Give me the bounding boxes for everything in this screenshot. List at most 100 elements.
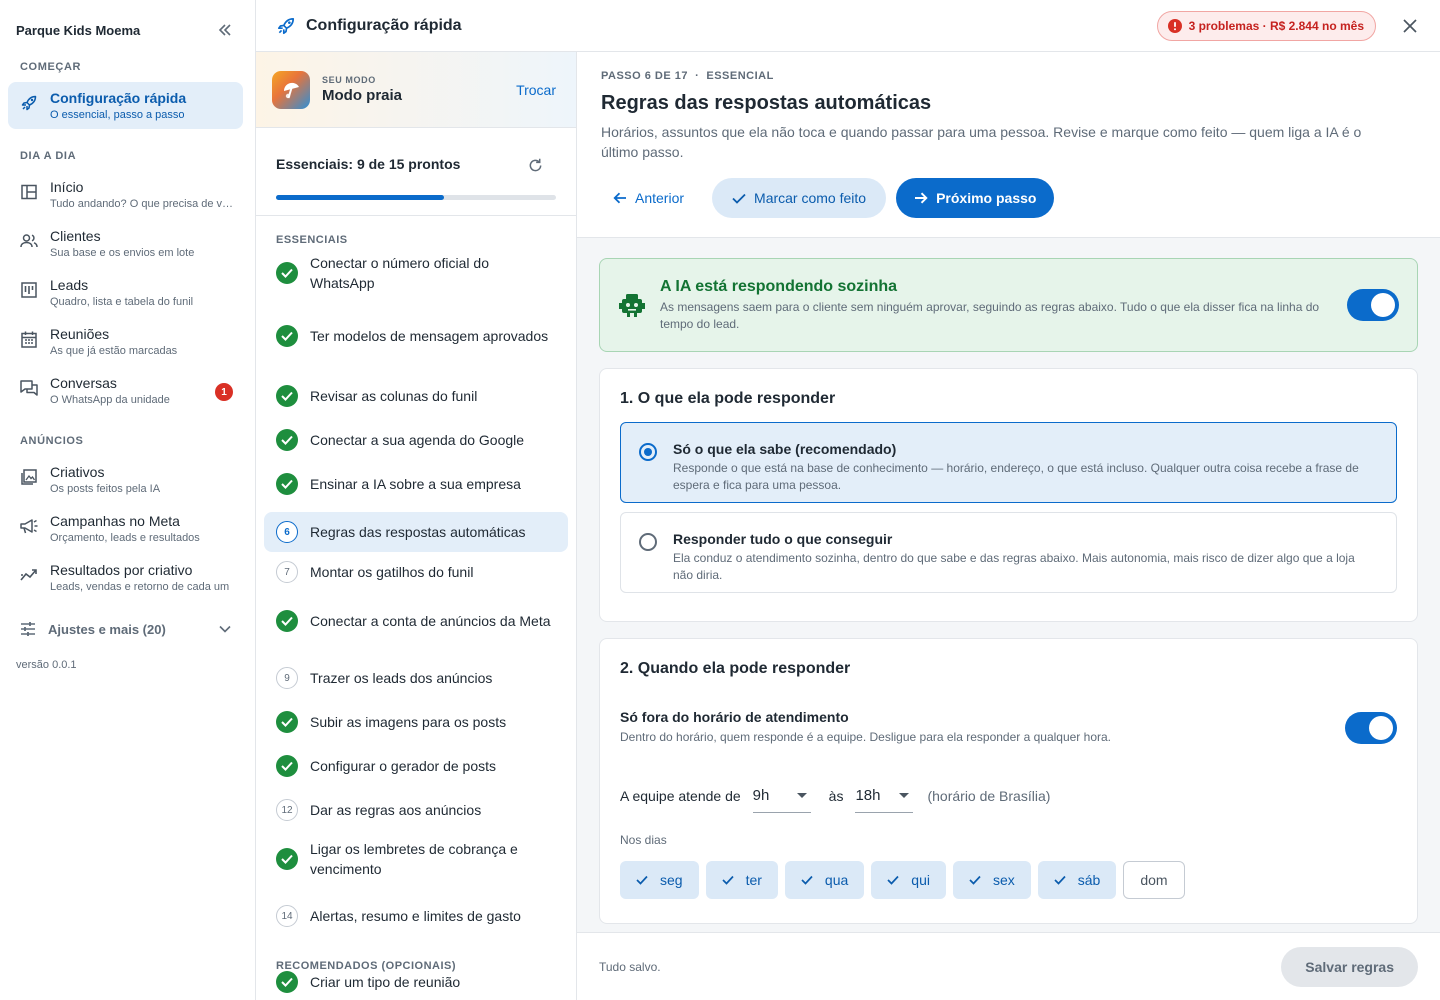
step-item[interactable]: Ensinar a IA sobre a sua empresa (264, 468, 568, 500)
hours-from-select[interactable]: 9h (752, 779, 811, 813)
step-label: Conectar o número oficial do WhatsApp (310, 255, 489, 291)
sidebar-item-leads[interactable]: Leads Quadro, lista e tabela do funil (8, 269, 243, 316)
ai-auto-reply-toggle[interactable] (1347, 289, 1399, 321)
arrow-left-icon (613, 192, 627, 204)
section-comecar: COMEÇAR (20, 61, 82, 73)
ai-status-title: A IA está respondendo sozinha (660, 277, 898, 295)
dropdown-arrow-icon (899, 793, 910, 798)
mark-done-button[interactable]: Marcar como feito (712, 178, 887, 218)
section-title: 2. Quando ela pode responder (620, 660, 851, 677)
day-chip-sex[interactable]: sex (952, 861, 1031, 899)
day-chip-ter[interactable]: ter (705, 861, 778, 899)
day-label: qua (824, 872, 849, 888)
rocket-icon (20, 94, 38, 112)
save-status: Tudo salvo. (599, 959, 661, 974)
step-item[interactable]: 7 Montar os gatilhos do funil (264, 556, 568, 588)
days-label: Nos dias (620, 833, 667, 847)
hours-from-value: 9h (752, 787, 770, 804)
previous-button[interactable]: Anterior (601, 178, 702, 218)
alert-icon (1167, 19, 1182, 33)
check-icon (721, 875, 734, 885)
mode-caption: SEU MODO (322, 75, 376, 85)
step-label: Montar os gatilhos do funil (310, 564, 474, 580)
step-number-value: 12 (276, 799, 298, 821)
chevron-down-icon (219, 625, 231, 633)
sidebar-item-configuracao-rapida[interactable]: Configuração rápida O essencial, passo a … (8, 82, 243, 129)
day-chip-seg[interactable]: seg (620, 861, 699, 899)
step-item[interactable]: Subir as imagens para os posts (264, 706, 568, 738)
chat-icon (20, 379, 38, 397)
progress-bar (276, 195, 556, 200)
radio-selected[interactable] (639, 443, 657, 461)
step-item[interactable]: Conectar a sua agenda do Google (264, 424, 568, 456)
save-rules-button[interactable]: Salvar regras (1281, 946, 1418, 987)
step-label: Criar um tipo de reunião (310, 974, 461, 990)
footer-bar: Tudo salvo. Salvar regras (577, 932, 1440, 1000)
step-item[interactable]: 12 Dar as regras aos anúncios (264, 794, 568, 826)
close-icon[interactable] (1400, 16, 1420, 36)
sidebar-more-settings[interactable]: Ajustes e mais (20) (8, 613, 243, 645)
step-item[interactable]: Conectar a conta de anúncios da Meta (264, 599, 568, 643)
step-item[interactable]: Ligar os lembretes de cobrança e vencime… (264, 837, 568, 881)
next-step-button[interactable]: Próximo passo (896, 178, 1055, 218)
collapse-sidebar-icon[interactable] (215, 20, 235, 40)
step-label: Subir as imagens para os posts (310, 714, 507, 730)
step-item[interactable]: Revisar as colunas do funil (264, 380, 568, 412)
breadcrumb: PASSO 6 DE 17 · ESSENCIAL (601, 70, 774, 82)
option-title: Só o que ela sabe (recomendado) (673, 441, 897, 457)
step-item[interactable]: 6 Regras das respostas automáticas (264, 512, 568, 552)
option-answer-everything[interactable]: Responder tudo o que conseguir Ela condu… (620, 512, 1397, 593)
option-only-known[interactable]: Só o que ela sabe (recomendado) Responde… (620, 422, 1397, 503)
problems-badge[interactable]: 3 problemas · R$ 2.844 no mês (1156, 11, 1376, 41)
sidebar-item-inicio[interactable]: Início Tudo andando? O que precisa de voc… (8, 171, 243, 218)
step-number: 6 (276, 521, 298, 543)
sidebar-item-resultados[interactable]: Resultados por criativo Leads, vendas e r… (8, 554, 243, 601)
day-chip-qui[interactable]: qui (871, 861, 946, 899)
refresh-icon[interactable] (526, 156, 544, 174)
rules-body: A IA está respondendo sozinha As mensage… (577, 238, 1440, 932)
sidebar-item-campanhas[interactable]: Campanhas no Meta Orçamento, leads e resu… (8, 505, 243, 552)
business-hours-row: A equipe atende de 9h às 18h (horário de… (620, 779, 1050, 813)
step-item[interactable]: Conectar o número oficial do WhatsApp (264, 251, 568, 295)
hours-to-select[interactable]: 18h (855, 779, 914, 813)
sidebar-item-label: Clientes (50, 228, 101, 244)
sidebar-item-conversas[interactable]: Conversas O WhatsApp da unidade 1 (8, 367, 243, 414)
step-item[interactable]: 14 Alertas, resumo e limites de gasto (264, 900, 568, 932)
check-circle-icon (276, 262, 298, 284)
mode-name: Modo praia (322, 87, 403, 104)
sidebar-item-clientes[interactable]: Clientes Sua base e os envios em lote (8, 220, 243, 267)
only-outside-hours-row: Só fora do horário de atendimento Dentro… (620, 709, 1397, 749)
step-item[interactable]: Configurar o gerador de posts (264, 750, 568, 782)
check-circle-icon (276, 848, 298, 870)
step-title: Regras das respostas automáticas (601, 92, 932, 114)
section-dia-a-dia: DIA A DIA (20, 150, 77, 162)
change-mode-link[interactable]: Trocar (516, 82, 556, 98)
page-title: Configuração rápida (306, 16, 462, 34)
step-item[interactable]: 9 Trazer os leads dos anúncios (264, 662, 568, 694)
mark-done-label: Marcar como feito (754, 190, 867, 206)
sidebar-item-label: Configuração rápida (50, 90, 187, 106)
app-version: versão 0.0.1 (16, 659, 77, 671)
megaphone-icon (20, 517, 38, 535)
hours-mid: às (828, 788, 844, 804)
step-item[interactable]: Ter modelos de mensagem aprovados (264, 314, 568, 358)
sidebar-item-reunioes[interactable]: Reuniões As que já estão marcadas (8, 318, 243, 365)
trend-icon (20, 566, 38, 584)
check-icon (969, 875, 981, 885)
unread-badge: 1 (215, 383, 233, 401)
check-icon (801, 875, 813, 885)
step-label: Conectar a conta de anúncios da Meta (310, 613, 551, 629)
day-chip-sáb[interactable]: sáb (1037, 861, 1117, 899)
calendar-icon (20, 330, 38, 348)
ai-status-card: A IA está respondendo sozinha As mensage… (599, 258, 1418, 352)
day-chip-dom[interactable]: dom (1123, 861, 1185, 899)
day-label: sáb (1077, 872, 1101, 888)
step-label: Ensinar a IA sobre a sua empresa (310, 476, 521, 492)
radio-unselected[interactable] (639, 533, 657, 551)
only-outside-hours-toggle[interactable] (1345, 712, 1397, 744)
step-label: Revisar as colunas do funil (310, 388, 478, 404)
day-label: sex (992, 872, 1015, 888)
sidebar-item-criativos[interactable]: Criativos Os posts feitos pela IA (8, 456, 243, 503)
check-circle-icon (276, 755, 298, 777)
day-chip-qua[interactable]: qua (784, 861, 865, 899)
